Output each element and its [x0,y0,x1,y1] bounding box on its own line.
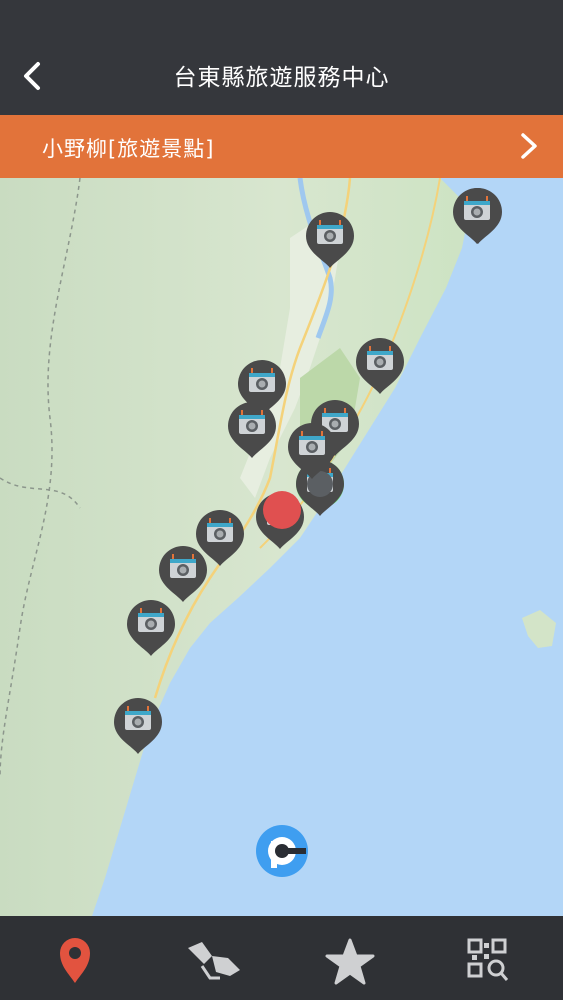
page-title: 台東縣旅遊服務中心 [173,65,390,91]
footprints-icon [188,942,240,980]
map-pin-icon [60,938,90,983]
current-location-marker [263,491,301,529]
map-view[interactable] [0,178,563,916]
bottom-tab-bar [0,916,563,1000]
star-icon [325,938,375,985]
tab-favorites[interactable] [305,926,395,990]
chevron-right-icon [521,133,537,159]
tab-scan[interactable] [442,926,532,990]
parking-logo[interactable] [256,825,308,877]
app-header: 台東縣旅遊服務中心 [0,0,563,115]
attraction-name: 小野柳[旅遊景點] [42,137,215,161]
selected-attraction-banner[interactable]: 小野柳[旅遊景點] [0,115,563,178]
tab-route[interactable] [168,926,258,990]
qr-scan-icon [467,938,509,981]
tab-map[interactable] [30,926,120,990]
